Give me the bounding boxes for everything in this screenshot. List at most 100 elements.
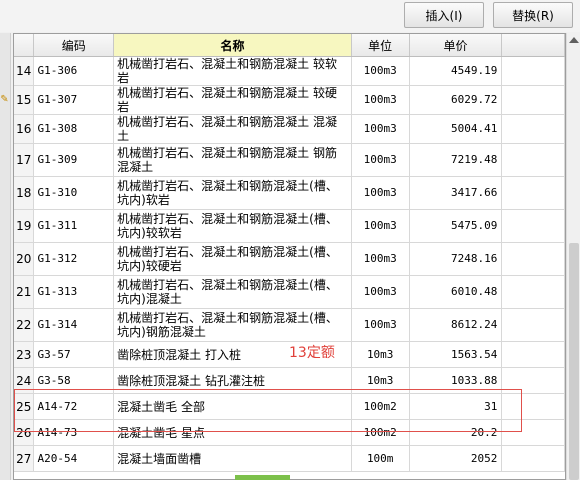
- empty-cell: [501, 85, 565, 115]
- empty-cell: [501, 56, 565, 86]
- empty-cell: [501, 445, 565, 472]
- row-index: 21: [14, 275, 35, 309]
- code-cell: G1-312: [33, 242, 115, 276]
- row-index: 15: [14, 85, 35, 115]
- table-row[interactable]: 22 G1-314 机械凿打岩石、混凝土和钢筋混凝土(槽、坑内)钢筋混凝土 100m3…: [14, 308, 565, 342]
- table-row[interactable]: 21 G1-313 机械凿打岩石、混凝土和钢筋混凝土(槽、坑内)混凝土 100m3 60…: [14, 275, 565, 309]
- table-row[interactable]: 15 G1-307 机械凿打岩石、混凝土和钢筋混凝土 较硬岩 100m3 6029.72: [14, 85, 565, 115]
- code-cell: A14-73: [33, 419, 115, 446]
- unit-cell: 100m2: [351, 419, 410, 446]
- price-cell: 1033.88: [409, 367, 503, 394]
- price-cell: 1563.54: [409, 341, 503, 368]
- row-index: 19: [14, 209, 35, 243]
- name-cell: 机械凿打岩石、混凝土和钢筋混凝土(槽、坑内)钢筋混凝土: [113, 308, 352, 342]
- row-index: 24: [14, 367, 35, 394]
- table-row[interactable]: 18 G1-310 机械凿打岩石、混凝土和钢筋混凝土(槽、坑内)软岩 100m3 341…: [14, 176, 565, 210]
- empty-cell: [501, 367, 565, 394]
- scroll-up-icon[interactable]: [569, 37, 579, 43]
- table-row[interactable]: 16 G1-308 机械凿打岩石、混凝土和钢筋混凝土 混凝土 100m3 5004.41: [14, 114, 565, 144]
- row-index: 26: [14, 419, 35, 446]
- unit-cell: 100m3: [351, 143, 410, 177]
- price-cell: 7248.16: [409, 242, 503, 276]
- unit-cell: 100m3: [351, 56, 410, 86]
- name-cell: 凿除桩顶混凝土 钻孔灌注桩: [113, 367, 352, 394]
- price-cell: 8612.24: [409, 308, 503, 342]
- bottom-indicator: [235, 475, 290, 480]
- unit-cell: 100m3: [351, 114, 410, 144]
- price-cell: 3417.66: [409, 176, 503, 210]
- empty-header: [501, 34, 565, 57]
- price-cell: 5004.41: [409, 114, 503, 144]
- table-row[interactable]: 24 G3-58 凿除桩顶混凝土 钻孔灌注桩 10m3 1033.88: [14, 367, 565, 394]
- price-header[interactable]: 单价: [409, 34, 503, 57]
- name-cell: 混凝土墙面凿槽: [113, 445, 352, 472]
- table-row[interactable]: 20 G1-312 机械凿打岩石、混凝土和钢筋混凝土(槽、坑内)较硬岩 100m3 72…: [14, 242, 565, 276]
- insert-button[interactable]: 插入(I): [404, 2, 484, 28]
- unit-header[interactable]: 单位: [351, 34, 410, 57]
- code-cell: G1-306: [33, 56, 115, 86]
- code-cell: G1-307: [33, 85, 115, 115]
- quota-table: 编码 名称 单位 单价 14 G1-306 机械凿打岩石、混凝土和钢筋混凝土 较软岩…: [13, 33, 566, 480]
- row-index: 16: [14, 114, 35, 144]
- price-cell: 7219.48: [409, 143, 503, 177]
- replace-button[interactable]: 替换(R): [493, 2, 573, 28]
- empty-cell: [501, 419, 565, 446]
- price-cell: 4549.19: [409, 56, 503, 86]
- unit-cell: 100m3: [351, 308, 410, 342]
- index-header: [14, 34, 35, 57]
- unit-cell: 10m3: [351, 341, 410, 368]
- row-index: 23: [14, 341, 35, 368]
- empty-cell: [501, 143, 565, 177]
- table-row[interactable]: 17 G1-309 机械凿打岩石、混凝土和钢筋混凝土 钢筋混凝土 100m3 7219.…: [14, 143, 565, 177]
- empty-cell: [501, 114, 565, 144]
- row-index: 22: [14, 308, 35, 342]
- table-row[interactable]: 14 G1-306 机械凿打岩石、混凝土和钢筋混凝土 较软岩 100m3 4549.19: [14, 56, 565, 86]
- pin-icon[interactable]: ✎: [0, 93, 9, 107]
- table-header-row: 编码 名称 单位 单价: [14, 34, 565, 57]
- name-cell: 机械凿打岩石、混凝土和钢筋混凝土(槽、坑内)较软岩: [113, 209, 352, 243]
- toolbar: 插入(I) 替换(R): [0, 0, 580, 32]
- empty-cell: [501, 308, 565, 342]
- name-cell: 机械凿打岩石、混凝土和钢筋混凝土(槽、坑内)较硬岩: [113, 242, 352, 276]
- unit-cell: 10m3: [351, 367, 410, 394]
- row-index: 14: [14, 56, 35, 86]
- table-row[interactable]: 25 A14-72 混凝土凿毛 全部 100m2 31: [14, 393, 565, 420]
- vertical-scrollbar[interactable]: [566, 33, 580, 480]
- left-panel-edge: ✎: [0, 33, 11, 480]
- price-cell: 2052: [409, 445, 503, 472]
- scroll-thumb[interactable]: [569, 243, 579, 480]
- row-index: 27: [14, 445, 35, 472]
- empty-cell: [501, 209, 565, 243]
- unit-cell: 100m3: [351, 242, 410, 276]
- table-row[interactable]: 27 A20-54 混凝土墙面凿槽 100m 2052: [14, 445, 565, 472]
- name-cell: 机械凿打岩石、混凝土和钢筋混凝土(槽、坑内)软岩: [113, 176, 352, 210]
- table-row[interactable]: 19 G1-311 机械凿打岩石、混凝土和钢筋混凝土(槽、坑内)较软岩 100m3 54…: [14, 209, 565, 243]
- name-cell: 机械凿打岩石、混凝土和钢筋混凝土 较软岩: [113, 56, 352, 86]
- table-row[interactable]: 26 A14-73 混凝土凿毛 星点 100m2 20.2: [14, 419, 565, 446]
- code-header[interactable]: 编码: [33, 34, 115, 57]
- code-cell: G3-58: [33, 367, 115, 394]
- unit-cell: 100m: [351, 445, 410, 472]
- unit-cell: 100m3: [351, 176, 410, 210]
- name-cell: 机械凿打岩石、混凝土和钢筋混凝土 较硬岩: [113, 85, 352, 115]
- empty-cell: [501, 176, 565, 210]
- row-index: 20: [14, 242, 35, 276]
- unit-cell: 100m2: [351, 393, 410, 420]
- empty-cell: [501, 393, 565, 420]
- code-cell: A20-54: [33, 445, 115, 472]
- code-cell: G1-309: [33, 143, 115, 177]
- name-cell: 机械凿打岩石、混凝土和钢筋混凝土(槽、坑内)混凝土: [113, 275, 352, 309]
- row-index: 18: [14, 176, 35, 210]
- annotation-label: 13定额: [289, 345, 335, 361]
- name-cell: 混凝土凿毛 全部: [113, 393, 352, 420]
- price-cell: 31: [409, 393, 503, 420]
- name-cell: 机械凿打岩石、混凝土和钢筋混凝土 钢筋混凝土: [113, 143, 352, 177]
- unit-cell: 100m3: [351, 209, 410, 243]
- price-cell: 6029.72: [409, 85, 503, 115]
- name-cell: 机械凿打岩石、混凝土和钢筋混凝土 混凝土: [113, 114, 352, 144]
- row-index: 17: [14, 143, 35, 177]
- name-header[interactable]: 名称: [113, 34, 352, 57]
- code-cell: G1-313: [33, 275, 115, 309]
- row-index: 25: [14, 393, 35, 420]
- unit-cell: 100m3: [351, 275, 410, 309]
